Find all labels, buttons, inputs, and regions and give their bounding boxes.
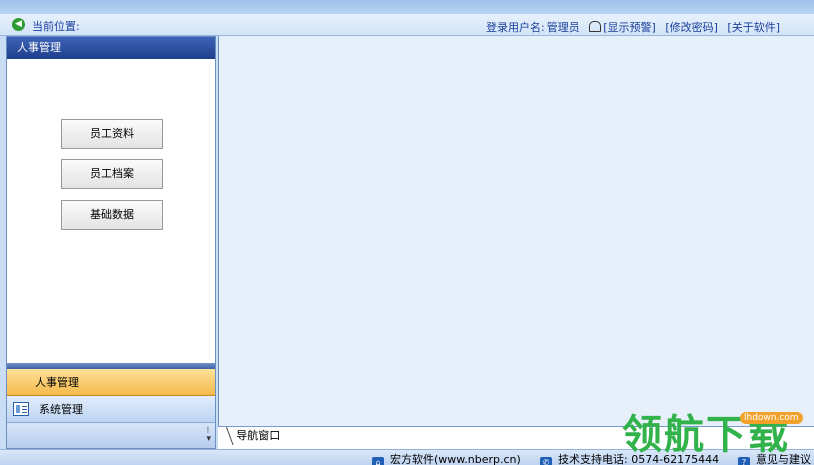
tab-label: 导航窗口 — [236, 429, 281, 442]
expand-icon[interactable]: ⁝ ▾ — [206, 427, 211, 444]
nav-item-hr-management[interactable]: 人事管理 — [7, 369, 215, 396]
back-arrow-icon[interactable]: ◀ — [12, 18, 25, 31]
panel-header: 人事管理 — [7, 37, 215, 59]
company-text: 宏方软件(www.nberp.cn) — [390, 453, 521, 465]
nav-footer: ⁝ ▾ — [7, 423, 215, 448]
system-icon — [13, 402, 29, 416]
user-label: 登录用户名: — [486, 21, 545, 34]
status-company: ⌂ 宏方软件(www.nberp.cn) — [372, 451, 521, 465]
main-content-area — [218, 36, 814, 426]
show-alert-link[interactable]: [显示预警] — [603, 19, 656, 35]
title-strip — [0, 0, 814, 14]
current-location-label: 当前位置: — [32, 20, 80, 33]
user-name: 管理员 — [546, 21, 580, 34]
employee-archive-button[interactable]: 员工档案 — [61, 159, 163, 189]
navigation-panel: 人事管理 员工资料 员工档案 基础数据 人事管理 系统管理 ⁝ ▾ — [6, 36, 216, 449]
user-bar: 登录用户名: 管理员 [显示预警] [修改密码] [关于软件] — [480, 19, 780, 35]
change-password-link[interactable]: [修改密码] — [665, 19, 718, 35]
about-software-link[interactable]: [关于软件] — [727, 19, 780, 35]
phone-icon: ✆ — [540, 457, 552, 465]
bell-icon — [589, 21, 602, 32]
tab-nav-window[interactable]: 导航窗口 — [226, 427, 294, 445]
employee-info-button[interactable]: 员工资料 — [61, 119, 163, 149]
watermark-badge: lhdown.com — [740, 412, 803, 424]
basic-data-button[interactable]: 基础数据 — [61, 200, 163, 230]
info-bar: ◀ 当前位置: 登录用户名: 管理员 [显示预警] [修改密码] [关于软件] — [0, 14, 814, 36]
home-icon: ⌂ — [372, 457, 384, 465]
nav-item-label: 系统管理 — [39, 403, 83, 416]
nav-item-system-management[interactable]: 系统管理 — [7, 396, 215, 423]
